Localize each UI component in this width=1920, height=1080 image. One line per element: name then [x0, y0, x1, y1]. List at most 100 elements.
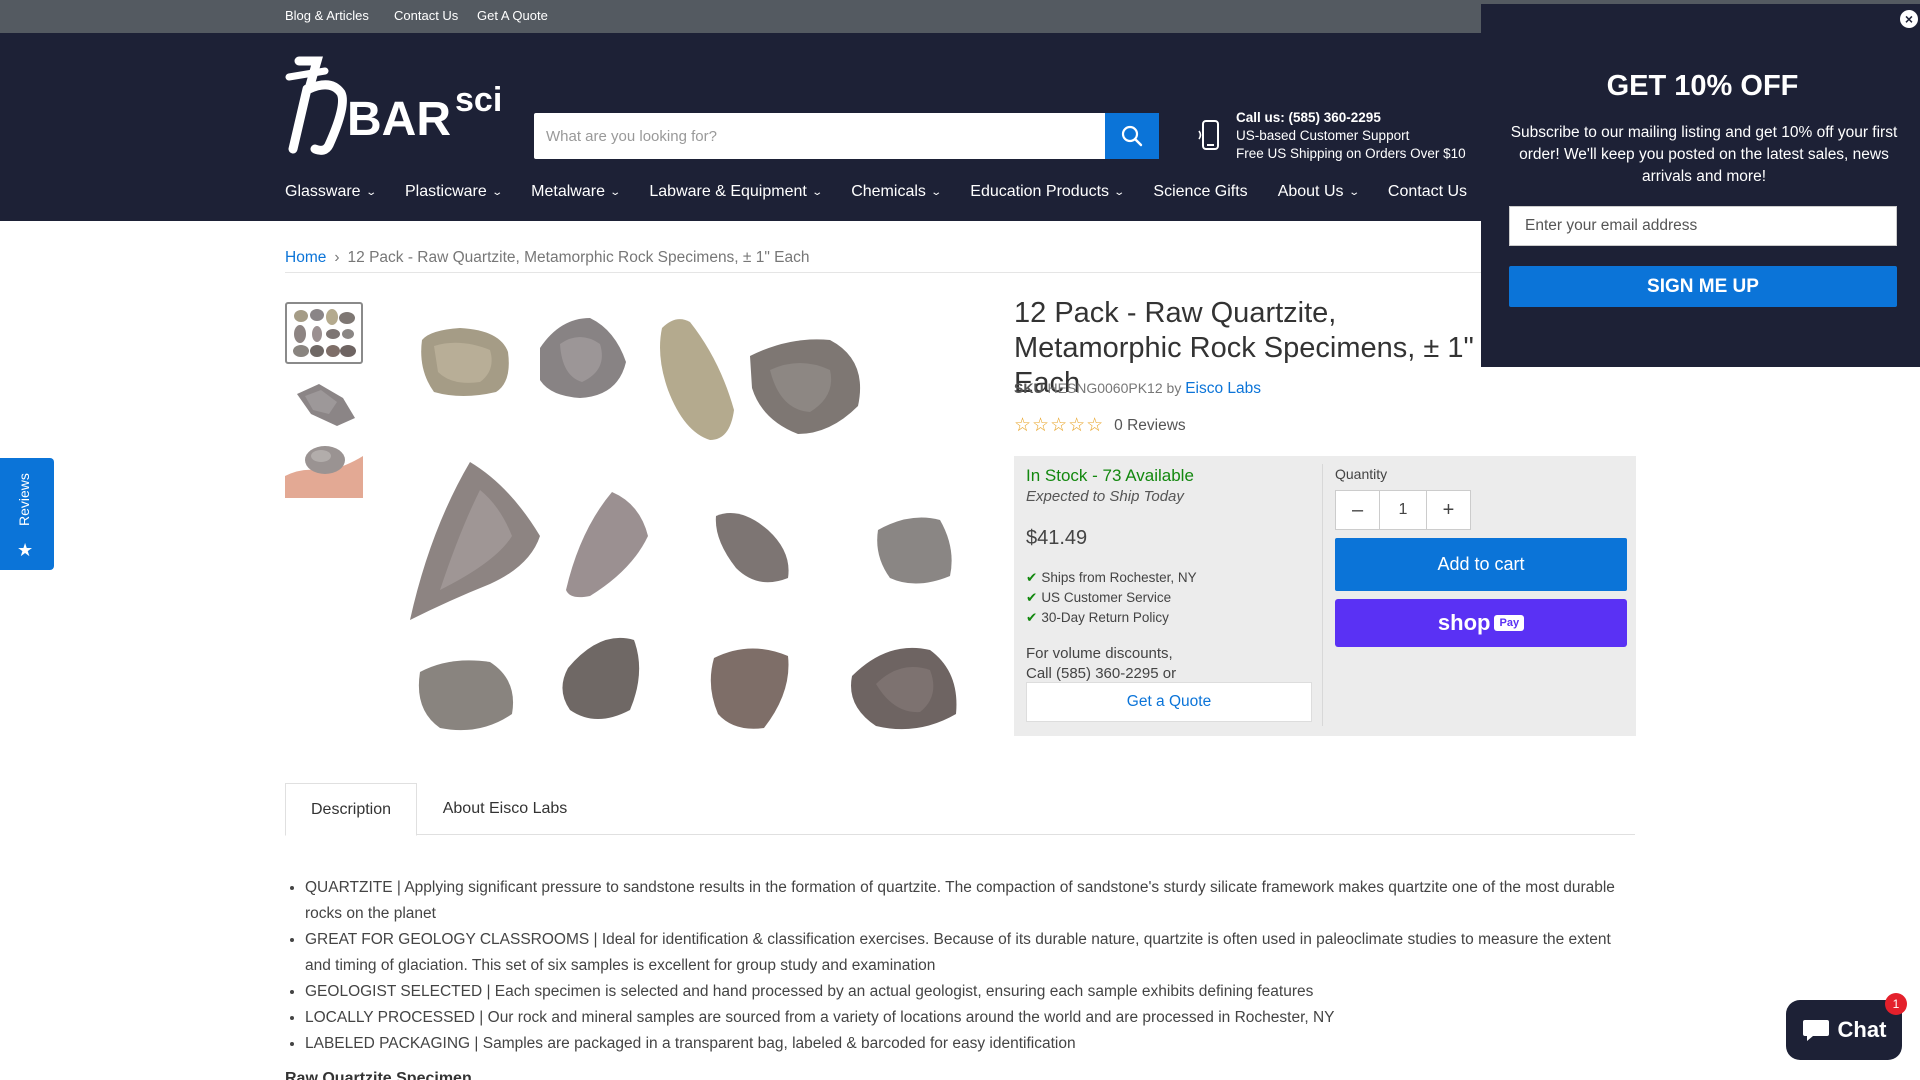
- quantity-input[interactable]: 1: [1379, 491, 1427, 529]
- add-to-cart-button[interactable]: Add to cart: [1335, 538, 1627, 591]
- hbarsci-logo[interactable]: BAR sci: [285, 53, 510, 158]
- feature-item: ✔ 30-Day Return Policy: [1026, 608, 1326, 628]
- chevron-down-icon: ⌄: [811, 186, 823, 198]
- rating[interactable]: ☆☆☆☆☆ 0 Reviews: [1014, 414, 1186, 437]
- nav-item-education[interactable]: Education Products ⌄: [970, 181, 1126, 203]
- search-button[interactable]: [1105, 113, 1159, 159]
- buy-box: In Stock - 73 Available Expected to Ship…: [1014, 456, 1636, 736]
- nav-item-science-gifts[interactable]: Science Gifts: [1153, 181, 1247, 203]
- nav-label: Contact Us: [1387, 183, 1468, 200]
- buy-box-info: In Stock - 73 Available Expected to Ship…: [1026, 466, 1326, 684]
- checkmark-icon: ✔: [1026, 570, 1038, 585]
- nav-label: About Us: [1277, 183, 1344, 200]
- nav-item-metalware[interactable]: Metalware ⌄: [531, 181, 622, 203]
- nav-item-labware[interactable]: Labware & Equipment ⌄: [649, 181, 823, 203]
- feature-item: ✔ Ships from Rochester, NY: [1026, 568, 1326, 588]
- chevron-down-icon: ⌄: [364, 186, 377, 198]
- breadcrumb-home[interactable]: Home: [285, 249, 326, 267]
- quantity-increase-button[interactable]: +: [1427, 491, 1470, 529]
- nav-label: Glassware: [285, 183, 361, 200]
- tab-about-eisco[interactable]: About Eisco Labs: [417, 783, 593, 835]
- list-item: LABELED PACKAGING | Samples are packaged…: [305, 1031, 1625, 1057]
- sku-line: SKU HESNG0060PK12 by Eisco Labs: [1014, 380, 1261, 398]
- product-tabs: Description About Eisco Labs: [285, 783, 1635, 836]
- feature-item: ✔ US Customer Service: [1026, 588, 1326, 608]
- breadcrumb: Home › 12 Pack - Raw Quartzite, Metamorp…: [285, 249, 810, 267]
- volume-discount-text: For volume discounts, Call (585) 360-229…: [1026, 644, 1326, 684]
- nav-label: Education Products: [970, 183, 1110, 200]
- sku-label: SKU: [1014, 380, 1044, 396]
- nav-item-contact[interactable]: Contact Us: [1388, 181, 1467, 203]
- contact-phone[interactable]: Call us: (585) 360-2295: [1236, 109, 1466, 127]
- volume-line: For volume discounts,: [1026, 645, 1173, 662]
- shop-pay-button[interactable]: shop Pay: [1335, 599, 1627, 647]
- get-quote-button[interactable]: Get a Quote: [1026, 682, 1312, 722]
- notification-badge: 1: [1885, 993, 1907, 1015]
- reviews-side-tab[interactable]: Reviews ★: [0, 458, 54, 570]
- product-main-image[interactable]: [400, 300, 970, 740]
- utility-link-blog[interactable]: Blog & Articles: [285, 8, 369, 23]
- chevron-down-icon: ⌄: [1347, 186, 1360, 198]
- chevron-down-icon: ⌄: [609, 186, 622, 198]
- nav-item-about[interactable]: About Us ⌄: [1277, 181, 1360, 203]
- checkmark-icon: ✔: [1026, 610, 1038, 625]
- nav-item-plasticware[interactable]: Plasticware ⌄: [404, 181, 503, 203]
- nav-label: Plasticware: [404, 183, 487, 200]
- checkmark-icon: ✔: [1026, 590, 1038, 605]
- chat-label: Chat: [1837, 1017, 1887, 1042]
- email-field[interactable]: [1509, 206, 1897, 246]
- svg-text:BAR: BAR: [347, 93, 451, 146]
- chat-bubble-icon: [1802, 1020, 1829, 1041]
- discount-popup: GET 10% OFF Subscribe to our mailing lis…: [1481, 4, 1920, 367]
- nav-label: Metalware: [531, 183, 605, 200]
- star-icon: ★: [17, 540, 34, 560]
- quantity-decrease-button[interactable]: –: [1336, 491, 1379, 529]
- feature-list: ✔ Ships from Rochester, NY ✔ US Customer S…: [1026, 568, 1326, 628]
- close-icon[interactable]: ×: [1898, 8, 1920, 30]
- rock-group-image: [293, 309, 356, 357]
- search-icon: [1121, 125, 1143, 147]
- rock-single-image: [297, 384, 355, 426]
- quantity-label: Quantity: [1335, 466, 1388, 482]
- contact-support: US-based Customer Support: [1236, 128, 1410, 143]
- thumbnail-2[interactable]: [285, 370, 363, 432]
- breadcrumb-current: 12 Pack - Raw Quartzite, Metamorphic Roc…: [347, 249, 810, 266]
- feature-text: US Customer Service: [1041, 590, 1172, 605]
- chevron-down-icon: ⌄: [930, 186, 942, 198]
- nav-item-glassware[interactable]: Glassware ⌄: [285, 181, 377, 203]
- nav-label: Chemicals: [851, 183, 926, 200]
- nav-item-chemicals[interactable]: Chemicals ⌄: [851, 181, 942, 203]
- feature-text: 30-Day Return Policy: [1041, 610, 1169, 625]
- utility-link-quote[interactable]: Get A Quote: [477, 8, 548, 23]
- contact-info: Call us: (585) 360-2295 US-based Custome…: [1236, 109, 1466, 163]
- star-rating-icon: ☆☆☆☆☆: [1014, 415, 1105, 436]
- thumbnail-1[interactable]: [285, 302, 363, 364]
- search-input[interactable]: [534, 113, 1104, 159]
- shop-pay-label: shop: [1437, 610, 1491, 635]
- ship-note: Expected to Ship Today: [1026, 488, 1184, 505]
- thumbnail-3[interactable]: [285, 436, 363, 498]
- chevron-down-icon: ⌄: [491, 186, 503, 198]
- sku-value: HESNG0060PK12: [1047, 380, 1163, 396]
- volume-line: Call (585) 360-2295 or: [1026, 665, 1177, 682]
- search-bar: [534, 113, 1159, 159]
- rock-in-hand-image: [285, 446, 363, 498]
- nav-label: Science Gifts: [1153, 183, 1248, 200]
- nav-label: Labware & Equipment: [649, 183, 807, 200]
- feature-text: Ships from Rochester, NY: [1041, 570, 1197, 585]
- popup-title: GET 10% OFF: [1606, 70, 1799, 102]
- divider: [285, 272, 1635, 273]
- vendor-link[interactable]: Eisco Labs: [1185, 380, 1261, 397]
- chat-button[interactable]: Chat: [1786, 1000, 1902, 1060]
- tab-description[interactable]: Description: [285, 783, 417, 836]
- svg-text:sci: sci: [455, 81, 502, 119]
- quantity-stepper: – 1 +: [1335, 490, 1471, 530]
- reviews-count[interactable]: 0 Reviews: [1114, 417, 1186, 435]
- description-subtitle: Raw Quartzite Specimen: [285, 1070, 472, 1080]
- shop-pay-badge: Pay: [1494, 615, 1525, 631]
- product-price: $41.49: [1026, 527, 1088, 549]
- chevron-down-icon: ⌄: [1113, 186, 1126, 198]
- utility-link-contact[interactable]: Contact Us: [394, 8, 458, 23]
- sign-me-up-button[interactable]: SIGN ME UP: [1509, 266, 1897, 307]
- popup-body: Subscribe to our mailing listing and get…: [1510, 124, 1898, 185]
